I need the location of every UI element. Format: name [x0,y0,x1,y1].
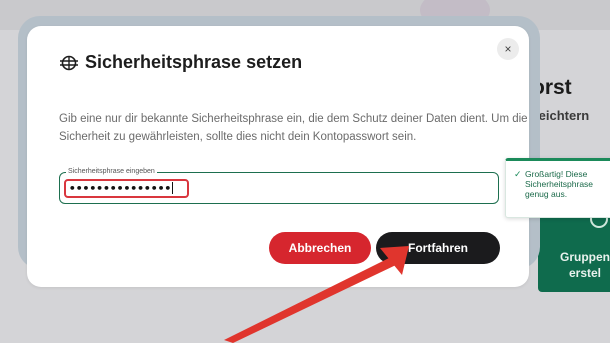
check-icon: ✓ [514,169,522,179]
text-caret [172,182,174,194]
cancel-button[interactable]: Abbrechen [269,232,371,264]
create-group-card-label: Gruppen erstel [560,250,610,280]
set-security-phrase-dialog: × Sicherheitsphrase setzen Gib eine nur … [27,26,529,287]
toast-message: Großartig! Diese Sicherheitsphrase genug… [525,169,594,199]
dollar-with-lines-icon [60,55,78,70]
create-group-card[interactable]: Gruppen erstel [538,206,610,292]
security-phrase-field[interactable]: Sicherheitsphrase eingeben •••••••••••••… [59,167,499,204]
dialog-description: Gib eine nur dir bekannte Sicherheitsphr… [59,113,528,143]
dialog-title: Sicherheitsphrase setzen [85,52,303,72]
masked-value: ••••••••••••••• [69,182,172,195]
continue-button[interactable]: Fortfahren [376,232,500,264]
security-phrase-input[interactable]: ••••••••••••••• [64,179,189,198]
dialog-header: Sicherheitsphrase setzen [59,52,302,73]
validation-toast: ✓ Großartig! Diese Sicherheitsphrase gen… [505,158,610,218]
security-phrase-label: Sicherheitsphrase eingeben [66,167,157,177]
close-button[interactable]: × [497,38,519,60]
